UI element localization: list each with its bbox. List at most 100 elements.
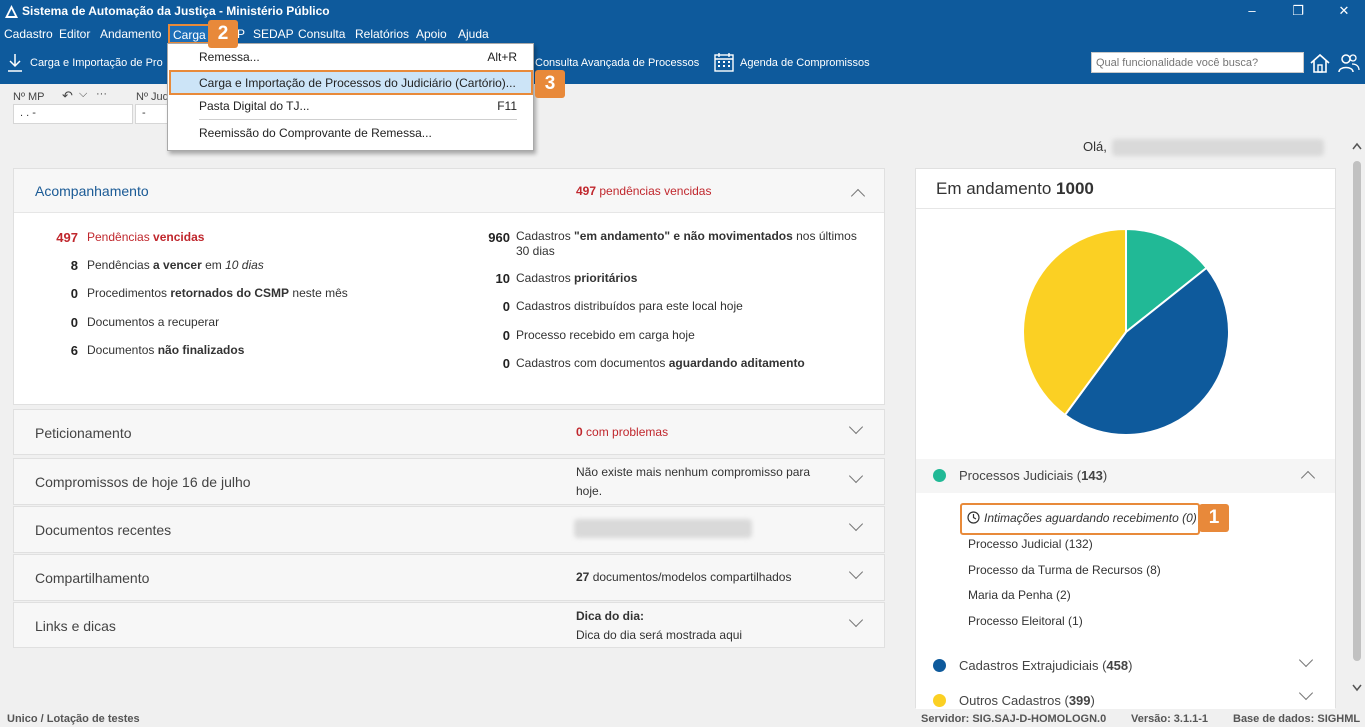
stat-documentos-recuperar[interactable]: Documentos a recuperar: [87, 315, 219, 329]
menu-cadastro[interactable]: Cadastro: [4, 27, 53, 41]
toolbar-carga-importacao[interactable]: Carga e Importação de Pro: [30, 57, 163, 69]
maximize-button[interactable]: ❐: [1275, 0, 1321, 24]
expand-icon[interactable]: [848, 419, 864, 435]
stat-num: 0: [70, 286, 78, 301]
documentos-recentes-panel[interactable]: Documentos recentes: [13, 506, 885, 553]
status-servidor: Servidor: SIG.SAJ-D-HOMOLOGN.0: [921, 713, 1107, 725]
acompanhamento-summary: 497 pendências vencidas: [576, 184, 712, 198]
menu-item-remessa[interactable]: Remessa...: [199, 50, 260, 64]
toolbar-consulta-avancada[interactable]: Consulta Avançada de Processos: [535, 57, 699, 69]
stat-num: 10: [495, 271, 510, 286]
sub-item-maria-da-penha[interactable]: Maria da Penha (2): [968, 588, 1071, 602]
stat-procedimentos-retornados[interactable]: Procedimentos retornados do CSMP neste m…: [87, 286, 348, 300]
legend-dot: [933, 694, 946, 707]
sub-item-intimacoes[interactable]: Intimações aguardando recebimento (0): [984, 511, 1197, 525]
step-badge-3: 3: [535, 70, 565, 98]
menu-ajuda[interactable]: Ajuda: [458, 27, 489, 41]
menu-andamento[interactable]: Andamento: [100, 27, 161, 41]
menu-item-pasta-digital[interactable]: Pasta Digital do TJ...: [199, 99, 310, 113]
more-icon[interactable]: ···: [96, 88, 107, 100]
jud-number-field[interactable]: -: [135, 104, 169, 124]
close-button[interactable]: ✕: [1321, 0, 1365, 24]
stat-num: 6: [70, 343, 78, 358]
menu-separator: [199, 119, 517, 120]
legend-dot: [933, 659, 946, 672]
acompanhamento-header[interactable]: Acompanhamento 497 pendências vencidas: [14, 169, 884, 213]
feature-search-input[interactable]: [1091, 52, 1304, 73]
jud-number-label: Nº Jud: [136, 91, 169, 103]
expand-icon[interactable]: [1298, 652, 1314, 668]
menu-bar: Cadastro Editor Andamento Carga P SEDAP …: [0, 24, 1365, 44]
expand-icon[interactable]: [1298, 685, 1314, 701]
clock-icon: [967, 511, 980, 524]
documentos-recentes-title: Documentos recentes: [35, 522, 172, 538]
scroll-up-icon[interactable]: [1352, 142, 1362, 150]
status-bar: Unico / Lotação de testes Servidor: SIG.…: [0, 711, 1365, 727]
mp-number-field[interactable]: . . -: [13, 104, 133, 124]
menu-apoio[interactable]: Apoio: [416, 27, 447, 41]
collapse-icon[interactable]: [1300, 470, 1316, 486]
users-icon[interactable]: [1337, 51, 1361, 75]
home-icon[interactable]: [1309, 52, 1331, 74]
scroll-down-icon[interactable]: [1352, 684, 1362, 692]
expand-icon[interactable]: [848, 564, 864, 580]
expand-icon[interactable]: [848, 612, 864, 628]
status-lotacao: Unico / Lotação de testes: [7, 713, 140, 725]
scrollbar-thumb[interactable]: [1353, 161, 1361, 661]
stat-cadastros-distribuidos[interactable]: Cadastros distribuídos para este local h…: [516, 299, 743, 313]
minimize-button[interactable]: –: [1229, 0, 1275, 24]
peticionamento-info: 0 com problemas: [576, 425, 669, 439]
shortcut-remessa: Alt+R: [487, 50, 517, 64]
links-dicas-panel[interactable]: Links e dicas Dica do dia: Dica do dia s…: [13, 602, 885, 648]
menu-item-carga-importacao[interactable]: Carga e Importação de Processos do Judic…: [199, 76, 516, 90]
menu-item-reemissao[interactable]: Reemissão do Comprovante de Remessa...: [199, 126, 432, 140]
stat-num: 0: [70, 315, 78, 330]
menu-carga[interactable]: Carga: [168, 24, 211, 44]
stat-documentos-nao-finalizados[interactable]: Documentos não finalizados: [87, 343, 244, 357]
calendar-icon[interactable]: [714, 52, 734, 72]
undo-icon[interactable]: ↶: [62, 88, 73, 104]
step-badge-1: 1: [1199, 504, 1229, 532]
compartilhamento-title: Compartilhamento: [35, 570, 150, 586]
toolbar-agenda[interactable]: Agenda de Compromissos: [740, 57, 870, 69]
chevron-down-icon[interactable]: ⌵: [79, 88, 87, 101]
stat-cadastros-aguardando-aditamento[interactable]: Cadastros com documentos aguardando adit…: [516, 356, 805, 370]
user-name-redacted: [1112, 139, 1324, 156]
compromissos-panel[interactable]: Compromissos de hoje 16 de julho Não exi…: [13, 458, 885, 505]
section-cadastros-extrajudiciais[interactable]: Cadastros Extrajudiciais (458): [916, 649, 1335, 683]
download-icon[interactable]: [7, 53, 23, 73]
title-bar: Sistema de Automação da Justiça - Minist…: [0, 0, 1365, 24]
stat-cadastros-nao-movimentados[interactable]: Cadastros "em andamento" e não movimenta…: [516, 229, 857, 243]
vertical-scrollbar[interactable]: [1349, 137, 1365, 697]
peticionamento-panel[interactable]: Peticionamento 0 com problemas: [13, 409, 885, 455]
menu-p[interactable]: P: [237, 27, 245, 41]
status-base-dados: Base de dados: SIGHML: [1233, 713, 1361, 725]
stat-processo-recebido-carga[interactable]: Processo recebido em carga hoje: [516, 328, 695, 342]
expand-icon[interactable]: [848, 516, 864, 532]
greeting: Olá,: [1083, 139, 1107, 154]
stat-pendencias-vencidas[interactable]: Pendências vencidas: [87, 230, 204, 244]
section-outros-cadastros[interactable]: Outros Cadastros (399): [916, 684, 1335, 709]
carga-dropdown-menu: Remessa... Alt+R Carga e Importação de P…: [167, 43, 534, 151]
stat-pendencias-a-vencer[interactable]: Pendências a vencer em 10 dias: [87, 258, 264, 272]
collapse-icon[interactable]: [850, 188, 866, 204]
compartilhamento-panel[interactable]: Compartilhamento 27 documentos/modelos c…: [13, 554, 885, 601]
window-title: Sistema de Automação da Justiça - Minist…: [22, 4, 330, 18]
menu-consulta[interactable]: Consulta: [298, 27, 345, 41]
expand-icon[interactable]: [848, 468, 864, 484]
menu-relatorios[interactable]: Relatórios: [355, 27, 409, 41]
sub-item-turma-recursos[interactable]: Processo da Turma de Recursos (8): [968, 563, 1161, 577]
compartilhamento-info: 27 documentos/modelos compartilhados: [576, 570, 792, 584]
step-badge-2: 2: [208, 20, 238, 48]
mp-number-label: Nº MP: [13, 91, 45, 103]
sub-item-processo-eleitoral[interactable]: Processo Eleitoral (1): [968, 614, 1083, 628]
compromissos-info-line2: hoje.: [576, 484, 603, 498]
peticionamento-title: Peticionamento: [35, 425, 132, 441]
sub-item-processo-judicial[interactable]: Processo Judicial (132): [968, 537, 1093, 551]
section-processos-judiciais[interactable]: Processos Judiciais (143): [916, 459, 1335, 493]
shortcut-pasta-digital: F11: [497, 99, 517, 113]
stat-num: 8: [70, 258, 78, 273]
menu-editor[interactable]: Editor: [59, 27, 90, 41]
stat-cadastros-prioritarios[interactable]: Cadastros prioritários: [516, 271, 637, 285]
menu-sedap[interactable]: SEDAP: [253, 27, 294, 41]
